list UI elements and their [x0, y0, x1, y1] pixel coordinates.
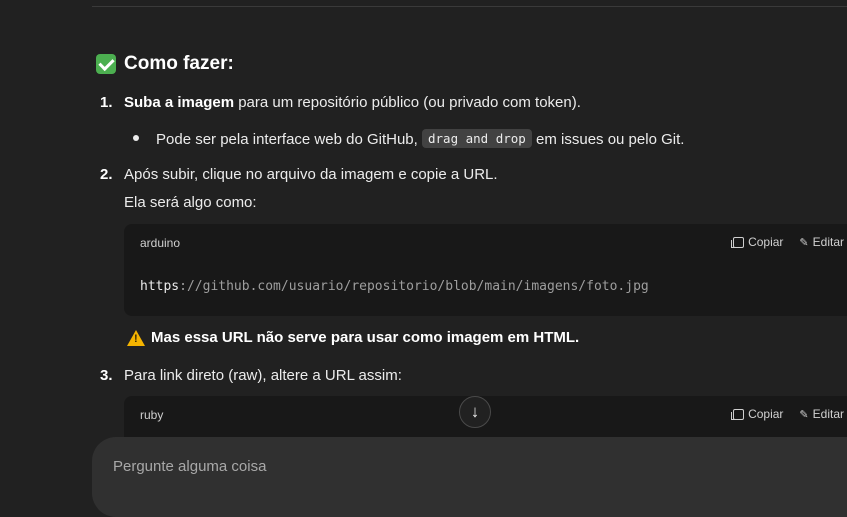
- edit-button[interactable]: ✎ Editar: [799, 235, 844, 249]
- warning-note: Mas essa URL não serve para usar como im…: [127, 329, 579, 346]
- step-number: 2.: [100, 166, 113, 183]
- bullet-text-before: Pode ser pela interface web do GitHub,: [156, 131, 422, 148]
- bullet: [133, 135, 139, 141]
- code-language-label: arduino: [140, 236, 181, 250]
- copy-button[interactable]: Copiar: [731, 235, 784, 249]
- code-block: arduino Copiar ✎ Editar https://github.c…: [124, 224, 847, 316]
- composer-placeholder: Pergunte alguma coisa: [113, 458, 267, 475]
- warning-text: Mas essa URL não serve para usar como im…: [151, 329, 580, 346]
- step-1-bullet: Pode ser pela interface web do GitHub, d…: [156, 129, 684, 148]
- step-2-text: Após subir, clique no arquivo da imagem …: [124, 166, 498, 183]
- message-composer[interactable]: Pergunte alguma coisa: [92, 437, 847, 517]
- chat-content: Como fazer: 1. Suba a imagem para um rep…: [0, 0, 847, 517]
- heading-text: Como fazer:: [124, 53, 234, 74]
- step-3-text: Para link direto (raw), altere a URL ass…: [124, 367, 402, 384]
- step-1-rest: para um repositório público (ou privado …: [234, 94, 581, 111]
- code-actions: Copiar ✎ Editar: [731, 407, 844, 421]
- step-number: 1.: [100, 94, 113, 111]
- code-language-label: ruby: [140, 408, 164, 422]
- scroll-to-bottom-button[interactable]: ↓: [459, 396, 491, 428]
- step-2-subtext: Ela será algo como:: [124, 194, 257, 211]
- step-1-text: Suba a imagem para um repositório públic…: [124, 94, 581, 111]
- bullet-text-after: em issues ou pelo Git.: [531, 131, 685, 148]
- step-1-bold: Suba a imagem: [124, 94, 235, 111]
- pencil-icon: ✎: [799, 408, 809, 421]
- copy-icon: [731, 236, 745, 248]
- inline-code: drag and drop: [422, 129, 532, 148]
- pencil-icon: ✎: [799, 236, 809, 249]
- edit-label: Editar: [812, 235, 844, 249]
- code-protocol: https: [140, 279, 180, 294]
- copy-icon: [731, 408, 745, 420]
- edit-button[interactable]: ✎ Editar: [799, 407, 844, 421]
- section-heading: Como fazer:: [96, 53, 234, 75]
- check-mark-icon: [96, 54, 116, 74]
- copy-label: Copiar: [748, 407, 784, 421]
- code-text: https://github.com/usuario/repositorio/b…: [140, 279, 649, 294]
- divider: [92, 6, 847, 7]
- copy-label: Copiar: [748, 235, 784, 249]
- edit-label: Editar: [812, 407, 844, 421]
- arrow-down-icon: ↓: [470, 402, 480, 421]
- step-number: 3.: [100, 367, 113, 384]
- code-url-rest: ://github.com/usuario/repositorio/blob/m…: [179, 279, 649, 294]
- copy-button[interactable]: Copiar: [731, 407, 784, 421]
- warning-icon: [127, 329, 145, 346]
- code-actions: Copiar ✎ Editar: [731, 235, 844, 249]
